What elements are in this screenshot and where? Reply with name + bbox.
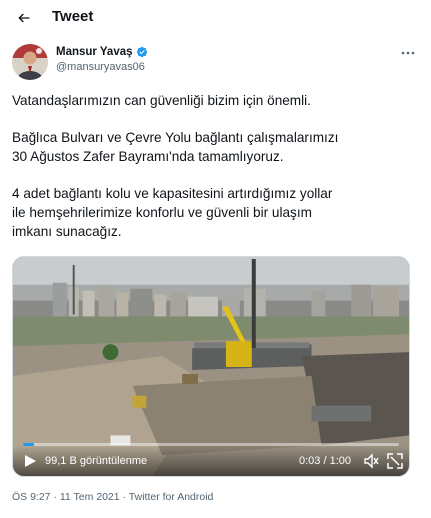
- tweet-author: Mansur Yavaş @mansuryavas06: [12, 44, 422, 84]
- volume-button[interactable]: [363, 453, 379, 469]
- author-names: Mansur Yavaş @mansuryavas06: [56, 46, 148, 73]
- tweet-line: Vatandaşlarımızın can güvenliği bizim iç…: [12, 93, 311, 108]
- tweet-line: 30 Ağustos Zafer Bayramı'nda tamamlıyoru…: [12, 149, 284, 164]
- tweet-line: 4 adet bağlantı kolu ve kapasitesini art…: [12, 186, 333, 201]
- author-handle[interactable]: @mansuryavas06: [56, 61, 148, 73]
- video-player[interactable]: 99,1 B görüntülenme 0:03 / 1:00: [12, 256, 410, 477]
- fullscreen-icon: [387, 453, 403, 469]
- fullscreen-button[interactable]: [387, 453, 403, 469]
- play-icon: [25, 455, 36, 467]
- arrow-left-icon: [18, 13, 30, 23]
- tweet-line: imkanı sunacağız.: [12, 224, 122, 239]
- avatar[interactable]: [12, 44, 48, 80]
- meta-separator: ·: [50, 491, 60, 503]
- verified-badge-icon: [136, 46, 147, 58]
- page-title: Tweet: [52, 8, 94, 25]
- tweet-date[interactable]: 11 Tem 2021: [60, 491, 120, 503]
- play-button[interactable]: [23, 454, 37, 468]
- video-controls: 99,1 B görüntülenme 0:03 / 1:00: [13, 446, 409, 476]
- tweet-source[interactable]: Twitter for Android: [129, 491, 214, 503]
- more-horizontal-icon: [401, 51, 415, 55]
- tweet-line: Bağlıca Bulvarı ve Çevre Yolu bağlantı ç…: [12, 130, 339, 145]
- meta-separator: ·: [119, 491, 129, 503]
- tweet-time[interactable]: ÖS 9:27: [12, 491, 51, 503]
- top-bar: Tweet: [0, 0, 431, 36]
- back-button[interactable]: [12, 6, 36, 30]
- tweet-text: Vatandaşlarımızın can güvenliği bizim iç…: [12, 91, 417, 241]
- tweet-meta: ÖS 9:27 · 11 Tem 2021 · Twitter for Andr…: [12, 491, 213, 503]
- tweet-line: ile hemşehrilerimize konforlu ve güvenli…: [12, 205, 312, 220]
- more-button[interactable]: [398, 46, 418, 60]
- display-name[interactable]: Mansur Yavaş: [56, 46, 133, 58]
- video-time: 0:03 / 1:00: [299, 455, 351, 467]
- view-count: 99,1 B görüntülenme: [45, 455, 148, 467]
- volume-icon: [364, 453, 379, 469]
